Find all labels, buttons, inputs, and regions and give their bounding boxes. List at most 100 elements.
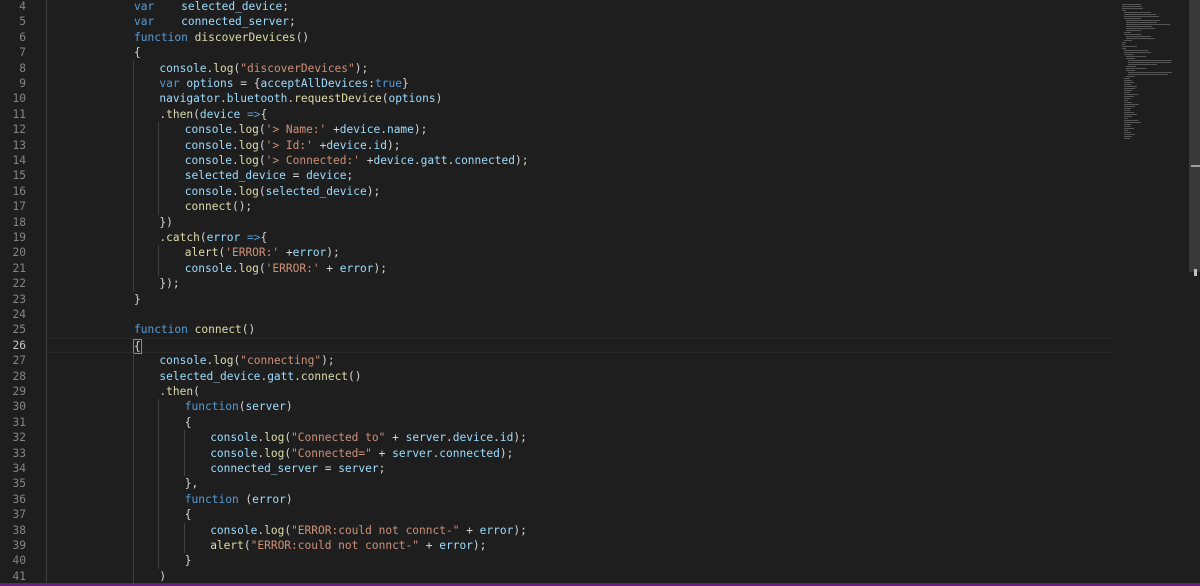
code-token: then <box>166 107 194 121</box>
code-line-content: function discoverDevices() <box>134 30 309 45</box>
minimap-line <box>1124 40 1132 41</box>
code-token: device <box>452 431 494 445</box>
line-number: 19 <box>12 231 26 244</box>
code-line-content: .then( <box>159 384 199 399</box>
code-line[interactable]: var options = {acceptAllDevices:true} <box>46 76 1114 91</box>
code-line[interactable]: function connect() <box>46 322 1114 337</box>
code-token: = { <box>233 77 261 90</box>
code-line[interactable]: console.log("discoverDevices"); <box>46 61 1114 76</box>
code-token: console <box>184 261 232 275</box>
code-line[interactable]: connect(); <box>46 199 1114 214</box>
code-token: () <box>348 369 362 383</box>
code-line[interactable]: { <box>46 415 1114 430</box>
code-line[interactable]: } <box>46 553 1114 568</box>
indent-guide <box>133 137 134 153</box>
code-line[interactable]: var selected_device; <box>46 0 1114 14</box>
code-line[interactable]: .then( <box>46 384 1114 399</box>
code-line[interactable]: var connected_server; <box>46 14 1114 29</box>
indent-guide <box>133 368 134 384</box>
code-line-content: } <box>185 553 192 568</box>
minimap-line <box>1122 46 1138 47</box>
minimap-line <box>1128 64 1158 65</box>
minimap-line <box>1126 56 1146 57</box>
code-line[interactable]: alert("ERROR:could not connct-" + error)… <box>46 538 1114 553</box>
code-token: . <box>231 154 239 167</box>
code-token: + <box>279 246 293 260</box>
code-line[interactable]: .then(device =>{ <box>46 107 1114 122</box>
code-token: { <box>184 415 192 429</box>
indent-guide <box>46 60 47 76</box>
code-line[interactable]: console.log("Connected to" + server.devi… <box>46 430 1114 445</box>
indent-guide <box>46 476 47 492</box>
code-line[interactable]: navigator.bluetooth.requestDevice(option… <box>46 91 1114 106</box>
code-line[interactable]: console.log('> Name:' +device.name); <box>46 122 1114 137</box>
code-line[interactable]: { <box>46 337 1114 354</box>
indent-guide <box>133 476 134 492</box>
code-line-content: connect(); <box>185 199 252 214</box>
code-line[interactable]: function discoverDevices() <box>46 30 1114 45</box>
indent-guide <box>183 445 185 461</box>
code-line[interactable]: console.log(selected_device); <box>46 184 1114 199</box>
code-token: + <box>312 138 327 152</box>
code-line[interactable]: }); <box>46 276 1114 291</box>
code-token: ; <box>288 15 296 29</box>
minimap-line <box>1126 68 1146 69</box>
line-number-gutter[interactable]: 4 5 6 7 8 9 10 11 12 13 14 15 16 17 18 19 20 21 22 23 24 25 26… <box>0 0 40 586</box>
code-line[interactable]: ) <box>46 569 1114 584</box>
code-token: alert <box>210 539 244 552</box>
minimap-line <box>1124 52 1151 53</box>
indent-guide <box>46 214 47 230</box>
code-line[interactable]: .catch(error =>{ <box>46 230 1114 245</box>
code-line[interactable] <box>46 307 1114 322</box>
code-token: . <box>220 92 227 106</box>
code-line[interactable]: selected_device = device; <box>46 168 1114 183</box>
line-number: 15 <box>12 169 26 183</box>
indent-guide <box>46 29 47 46</box>
code-line[interactable]: console.log('> Id:' +device.id); <box>46 138 1114 153</box>
code-line[interactable]: console.log("ERROR:could not connct-" + … <box>46 523 1114 538</box>
code-token: ); <box>513 523 527 537</box>
indent-guide <box>133 430 134 446</box>
indent-guide <box>158 122 160 138</box>
indent-guide <box>133 507 134 523</box>
code-line[interactable]: } <box>46 292 1114 307</box>
code-line[interactable]: function (error) <box>46 492 1114 507</box>
minimap-line <box>1124 88 1136 89</box>
indent-guide <box>183 430 185 446</box>
code-line[interactable]: selected_device.gatt.connect() <box>46 369 1114 384</box>
line-number: 34 <box>12 462 26 475</box>
code-line-content: }) <box>159 215 172 230</box>
code-token: { <box>134 46 141 60</box>
code-line-content: console.log('> Connected:' +device.gatt.… <box>185 153 529 168</box>
code-area[interactable]: var selected_device; var connected_server… <box>46 0 1114 586</box>
code-token: bluetooth <box>226 92 288 106</box>
code-token: server <box>245 400 286 414</box>
code-token: 'ERROR:' <box>225 246 280 260</box>
code-line[interactable]: console.log('ERROR:' + error); <box>46 261 1114 276</box>
code-line-content: var connected_server; <box>134 14 296 29</box>
code-line[interactable]: console.log('> Connected:' +device.gatt.… <box>46 153 1114 168</box>
code-line[interactable]: { <box>46 507 1114 522</box>
code-line[interactable]: console.log("connecting"); <box>46 353 1114 368</box>
code-line[interactable]: function(server) <box>46 399 1114 414</box>
minimap-line <box>1126 36 1151 37</box>
line-number: 36 <box>12 492 26 506</box>
code-editor[interactable]: 4 5 6 7 8 9 10 11 12 13 14 15 16 17 18 19 20 21 22 23 24 25 26… <box>0 0 1200 586</box>
code-line[interactable]: connected_server = server; <box>46 461 1114 476</box>
indent-guide <box>133 168 134 184</box>
code-line-content: { <box>134 45 141 60</box>
indent-guide <box>46 461 47 477</box>
indent-guide <box>46 368 47 384</box>
code-line[interactable]: alert('ERROR:' +error); <box>46 245 1114 260</box>
indent-guide <box>158 476 160 492</box>
minimap[interactable] <box>1114 0 1186 586</box>
code-token: ); <box>366 184 381 198</box>
code-line[interactable]: }, <box>46 476 1114 491</box>
scrollbar-thumb[interactable] <box>1189 0 1200 272</box>
code-token: function <box>184 492 239 506</box>
indent-guide <box>46 14 47 30</box>
code-line[interactable]: { <box>46 45 1114 60</box>
code-token: . <box>380 123 387 137</box>
code-line[interactable]: console.log("Connected=" + server.connec… <box>46 446 1114 461</box>
code-line[interactable]: }) <box>46 215 1114 230</box>
